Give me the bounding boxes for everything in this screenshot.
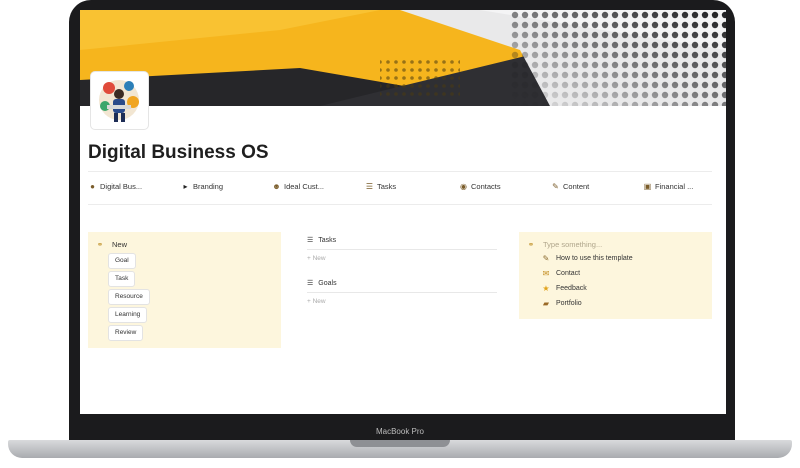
nav-item-label: Contacts: [471, 182, 501, 191]
globe-icon: ●: [90, 182, 95, 191]
goals-view-tab[interactable]: ☰ Goals: [307, 279, 337, 288]
nav-item-label: Ideal Cust...: [284, 182, 325, 191]
link-label: Feedback: [556, 285, 587, 292]
new-resource-button[interactable]: Resource: [108, 289, 150, 305]
device-label: MacBook Pro: [375, 427, 425, 436]
list-icon: ☰: [307, 280, 314, 287]
briefcase-icon: ▰: [542, 299, 550, 308]
quick-links-placeholder: Type something...: [543, 240, 603, 249]
page-icon-image[interactable]: [91, 72, 148, 129]
new-header: ⚭ New: [95, 240, 127, 249]
nav-item-label: Branding: [193, 182, 224, 191]
new-task-button[interactable]: Task: [108, 271, 136, 287]
new-goal-button[interactable]: Goal: [108, 253, 136, 269]
link-feedback[interactable]: ★ Feedback: [541, 284, 587, 293]
triangle-right-icon: ▸: [183, 182, 188, 191]
goals-view-label: Goals: [318, 279, 337, 287]
nav-item-contacts[interactable]: ◉ Contacts: [459, 182, 501, 191]
link-icon: ⚭: [527, 240, 535, 249]
title-divider: [88, 171, 712, 172]
nav-item-digital-business[interactable]: ● Digital Bus...: [88, 182, 142, 191]
star-icon: ★: [542, 284, 550, 293]
goals-new-label: New: [312, 298, 326, 305]
pen-note-icon: ✎: [542, 254, 550, 263]
new-items-panel: ⚭ New Goal Task Resource Learning Review: [88, 232, 281, 348]
quick-links-panel: ⚭ Type something... ✎ How to use this te…: [519, 232, 712, 319]
laptop-base: [8, 440, 792, 458]
link-how-to-use[interactable]: ✎ How to use this template: [541, 254, 633, 263]
tasks-view-label: Tasks: [318, 236, 337, 244]
new-header-label: New: [112, 240, 128, 249]
nav-item-ideal-customer[interactable]: ☻ Ideal Cust...: [272, 182, 324, 191]
nav-item-financial[interactable]: ▣ Financial ...: [643, 182, 694, 191]
laptop-notch: [350, 440, 450, 447]
link-label: How to use this template: [556, 255, 633, 262]
tasks-new-label: New: [312, 255, 326, 262]
new-review-button[interactable]: Review: [108, 325, 144, 341]
new-learning-button[interactable]: Learning: [108, 307, 148, 323]
contacts-icon: ◉: [460, 182, 467, 191]
nav-item-branding[interactable]: ▸ Branding: [181, 182, 223, 191]
tasks-divider: [307, 249, 497, 250]
tasks-view-tab[interactable]: ☰ Tasks: [307, 236, 337, 245]
envelope-icon: ✉: [542, 269, 550, 278]
quick-links-input[interactable]: ⚭ Type something...: [526, 240, 603, 249]
nav-item-label: Content: [563, 182, 590, 191]
app-screen: Digital Business OS ● Digital Bus... ▸ B…: [80, 10, 726, 414]
nav-divider: [88, 204, 712, 205]
page-title: Digital Business OS: [88, 142, 269, 163]
nav-item-label: Financial ...: [655, 182, 694, 191]
money-icon: ▣: [643, 182, 652, 191]
link-contact[interactable]: ✉ Contact: [541, 269, 580, 278]
cover-image: [80, 10, 726, 106]
list-icon: ☰: [307, 237, 314, 244]
nav-item-content[interactable]: ✎ Content: [551, 182, 589, 191]
checklist-icon: ☰: [365, 182, 374, 191]
nav-item-label: Digital Bus...: [100, 182, 143, 191]
nav-item-label: Tasks: [377, 182, 397, 191]
link-icon: ⚭: [96, 240, 104, 249]
link-label: Portfolio: [556, 300, 582, 307]
link-label: Contact: [556, 270, 581, 277]
tasks-new-button[interactable]: + New: [307, 255, 326, 262]
link-portfolio[interactable]: ▰ Portfolio: [541, 299, 582, 308]
pen-icon: ✎: [552, 182, 559, 191]
nav-item-tasks[interactable]: ☰ Tasks: [365, 182, 396, 191]
goals-new-button[interactable]: + New: [307, 298, 326, 305]
nav-links: ● Digital Bus... ▸ Branding ☻ Ideal Cust…: [88, 182, 712, 196]
people-icon: ☻: [272, 182, 281, 191]
goals-divider: [307, 292, 497, 293]
